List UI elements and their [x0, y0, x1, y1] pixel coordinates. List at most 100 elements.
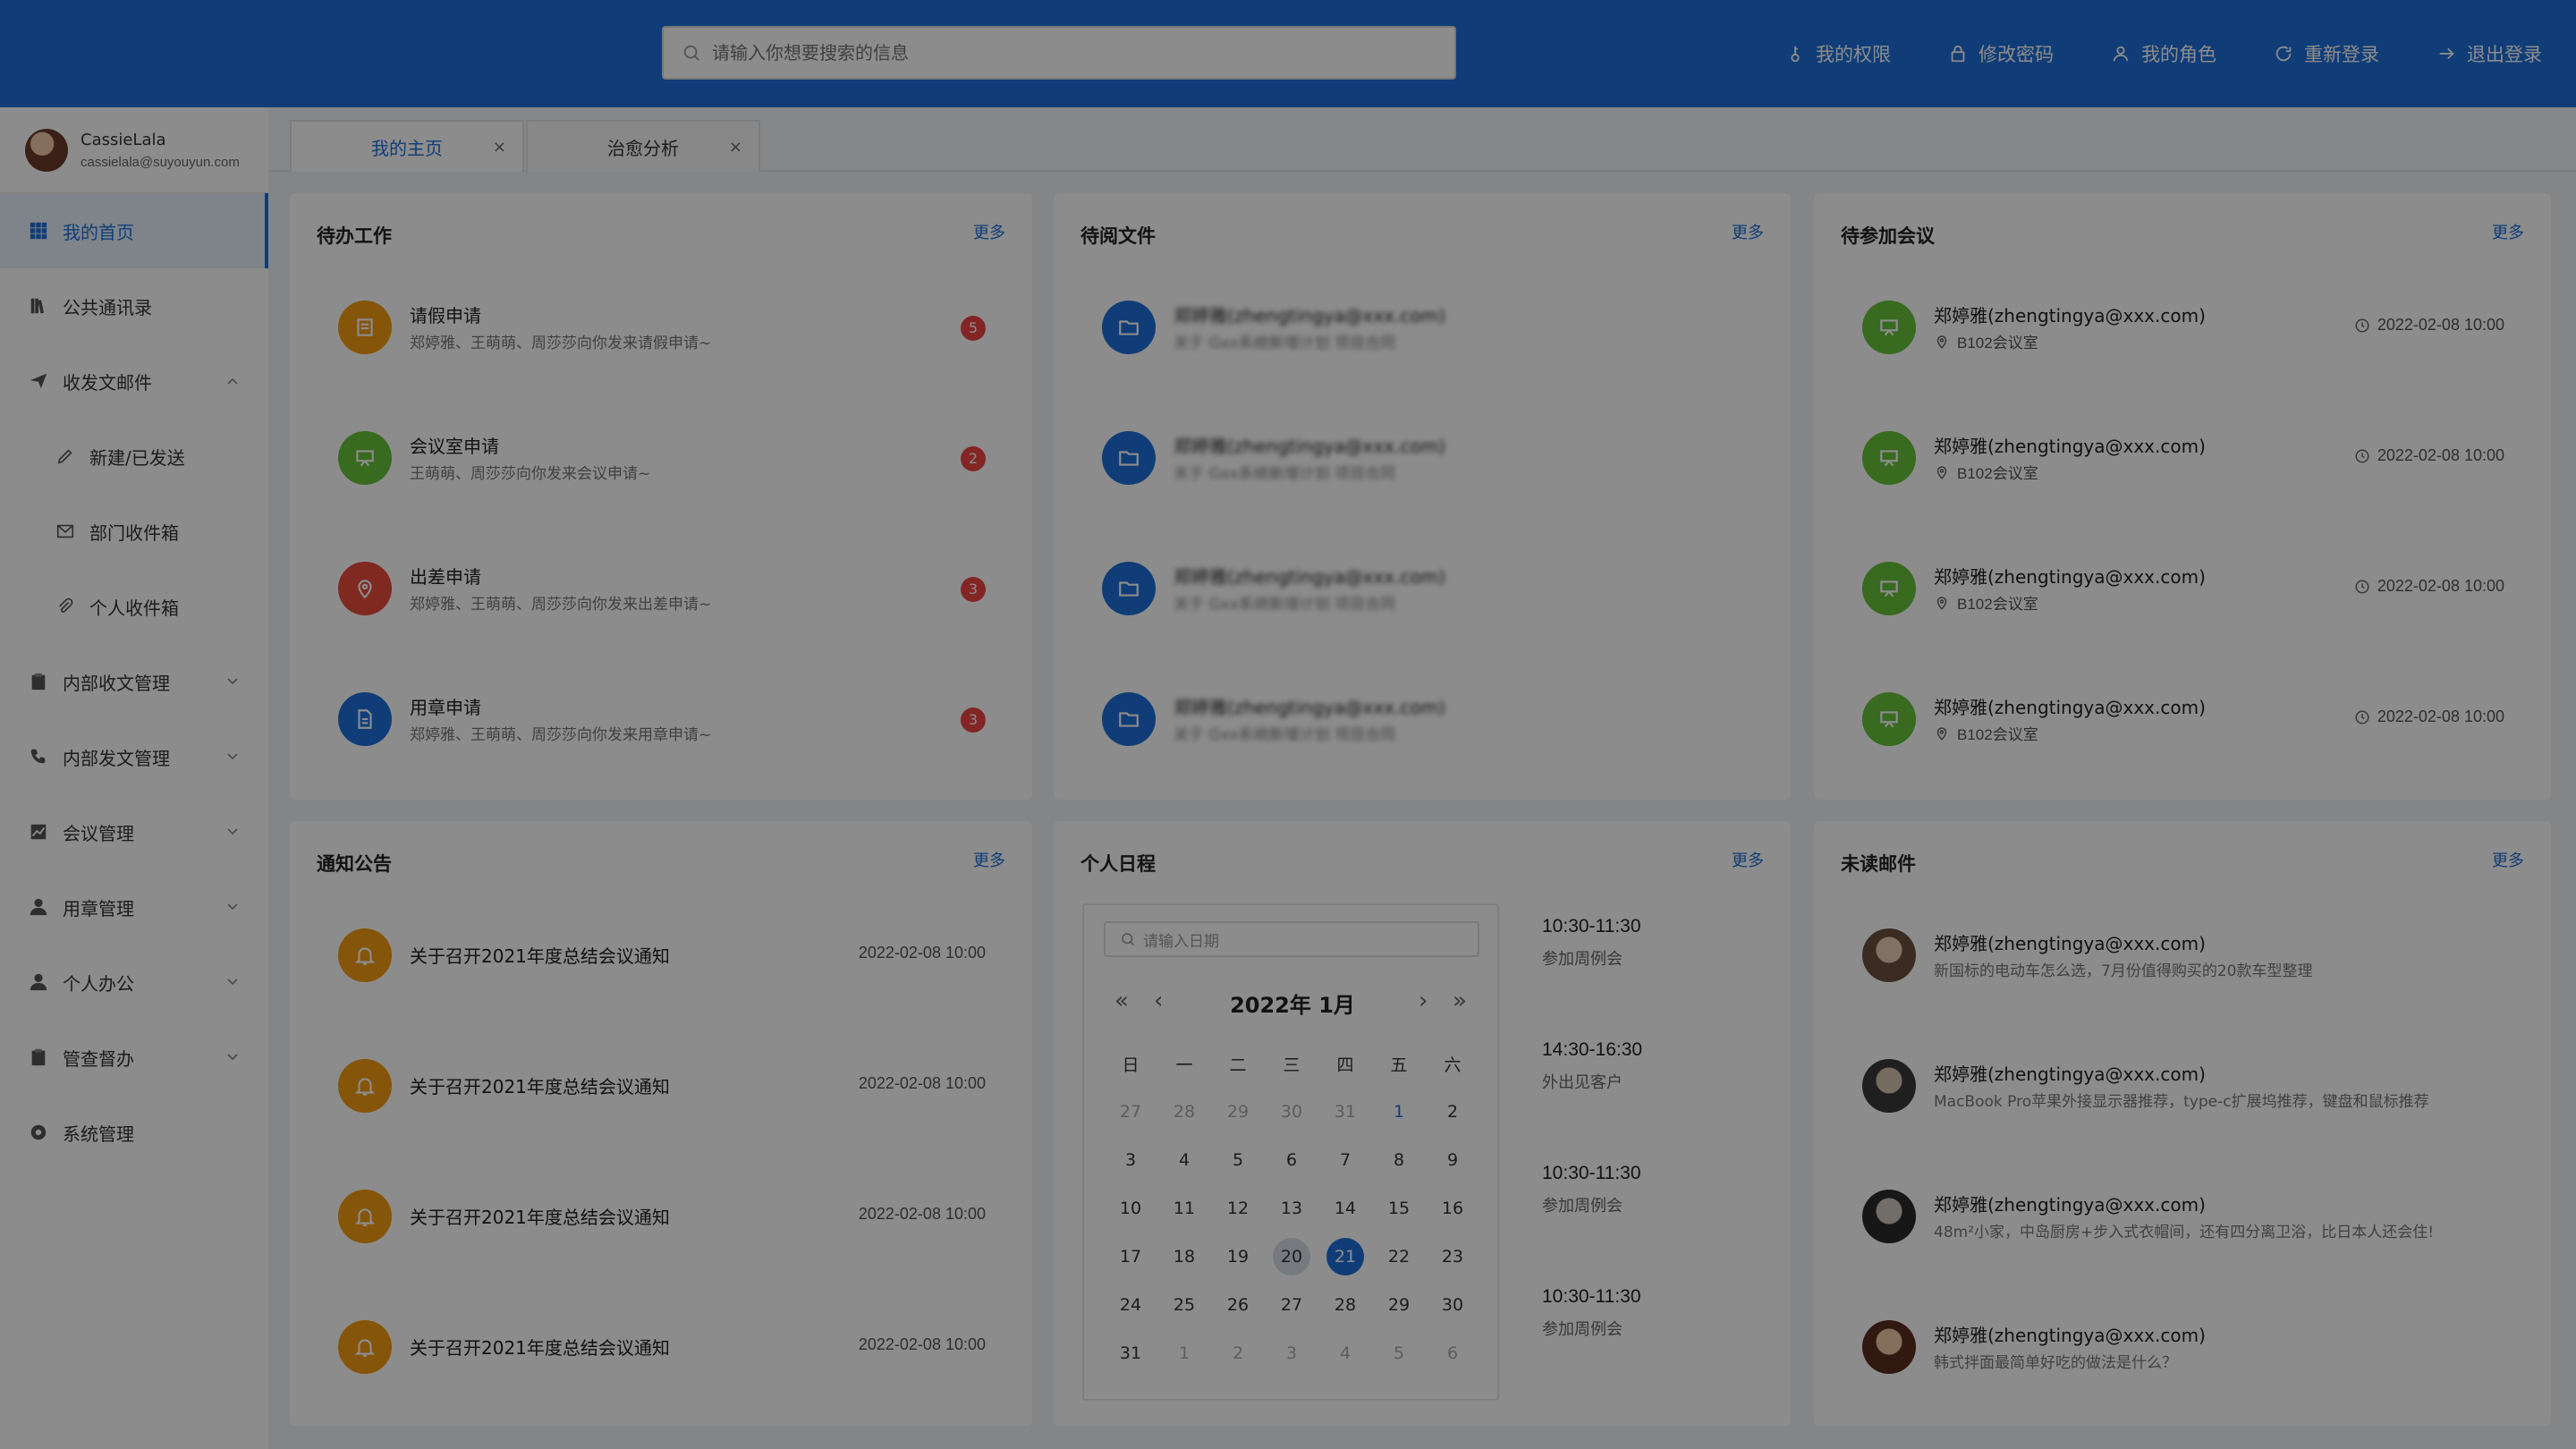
sidebar-item-home[interactable]: 我的首页	[0, 193, 268, 268]
list-item[interactable]: 会议室申请 王萌萌、周莎莎向你发来会议申请~ 2	[338, 427, 1005, 489]
calendar-day[interactable]: 14	[1318, 1184, 1372, 1233]
chevron-down-icon[interactable]	[225, 750, 240, 764]
sidebar-item-supervision[interactable]: 管查督办	[0, 1020, 268, 1095]
global-search[interactable]	[662, 26, 1456, 80]
search-input[interactable]	[712, 42, 1428, 64]
sidebar-item-personal-office[interactable]: 个人办公	[0, 945, 268, 1020]
list-item[interactable]: 郑婷雅(zhengtingya@xxx.com) B102会议室 2022-02…	[1862, 557, 2524, 620]
chevron-down-icon[interactable]	[225, 975, 240, 989]
calendar-day[interactable]: 17	[1104, 1233, 1157, 1281]
list-item[interactable]: 郑婷雅(zhengtingya@xxx.com) 关于 Gxx系统新增计划 项目…	[1102, 427, 1764, 489]
calendar-day[interactable]: 2	[1211, 1329, 1265, 1377]
calendar-day[interactable]: 5	[1372, 1329, 1426, 1377]
sidebar-item-internal-receive[interactable]: 内部收文管理	[0, 644, 268, 719]
list-item[interactable]: 关于召开2021年度总结会议通知 2022-02-08 10:00	[338, 1185, 1005, 1248]
chevron-up-icon[interactable]	[225, 374, 240, 388]
list-item[interactable]: 郑婷雅(zhengtingya@xxx.com) B102会议室 2022-02…	[1862, 688, 2524, 750]
calendar-day[interactable]: 6	[1426, 1329, 1479, 1377]
change-password-button[interactable]: 修改密码	[1948, 40, 2054, 67]
user-profile[interactable]: CassieLala cassielala@suyouyun.com	[0, 107, 268, 193]
calendar-day[interactable]: 28	[1318, 1281, 1372, 1329]
schedule-event[interactable]: 10:30-11:30 参加周例会	[1542, 1163, 1641, 1216]
calendar-day[interactable]: 31	[1104, 1329, 1157, 1377]
sidebar-item-new-sent[interactable]: 新建/已发送	[0, 419, 268, 494]
more-link[interactable]: 更多	[1732, 848, 1764, 871]
sidebar-item-meetings[interactable]: 会议管理	[0, 794, 268, 869]
more-link[interactable]: 更多	[973, 848, 1005, 871]
calendar-day[interactable]: 16	[1426, 1184, 1479, 1233]
close-icon[interactable]: ×	[729, 138, 742, 157]
close-icon[interactable]: ×	[493, 138, 506, 157]
calendar-day[interactable]: 27	[1104, 1088, 1157, 1136]
calendar-day[interactable]: 30	[1265, 1088, 1318, 1136]
calendar-day[interactable]: 29	[1211, 1088, 1265, 1136]
calendar-day[interactable]: 12	[1211, 1184, 1265, 1233]
chevron-down-icon[interactable]	[225, 900, 240, 914]
list-item[interactable]: 郑婷雅(zhengtingya@xxx.com) 48m²小家，中岛厨房+步入式…	[1862, 1185, 2524, 1248]
next-year-icon[interactable]: »	[1453, 987, 1467, 1014]
calendar-day[interactable]: 25	[1157, 1281, 1211, 1329]
calendar-day[interactable]: 1	[1157, 1329, 1211, 1377]
list-item[interactable]: 郑婷雅(zhengtingya@xxx.com) 新国标的电动车怎么选，7月份值…	[1862, 924, 2524, 987]
calendar-day[interactable]: 19	[1211, 1233, 1265, 1281]
list-item[interactable]: 关于召开2021年度总结会议通知 2022-02-08 10:00	[338, 924, 1005, 987]
relogin-button[interactable]: 重新登录	[2274, 40, 2379, 67]
sidebar-item-contacts[interactable]: 公共通讯录	[0, 268, 268, 343]
tab-analysis[interactable]: 治愈分析 ×	[526, 120, 760, 172]
calendar-day[interactable]: 27	[1265, 1281, 1318, 1329]
calendar-day[interactable]: 23	[1426, 1233, 1479, 1281]
logout-button[interactable]: 退出登录	[2436, 40, 2542, 67]
list-item[interactable]: 郑婷雅(zhengtingya@xxx.com) 关于 Gxx系统新增计划 项目…	[1102, 557, 1764, 620]
list-item[interactable]: 郑婷雅(zhengtingya@xxx.com) B102会议室 2022-02…	[1862, 296, 2524, 359]
schedule-event[interactable]: 14:30-16:30 外出见客户	[1542, 1039, 1642, 1093]
calendar-day[interactable]: 4	[1157, 1136, 1211, 1184]
more-link[interactable]: 更多	[1732, 220, 1764, 243]
chevron-down-icon[interactable]	[225, 825, 240, 839]
calendar-day[interactable]: 2	[1426, 1088, 1479, 1136]
prev-month-icon[interactable]: ‹	[1154, 987, 1163, 1014]
my-role-button[interactable]: 我的角色	[2111, 40, 2216, 67]
calendar-day[interactable]: 28	[1157, 1088, 1211, 1136]
calendar-day[interactable]: 11	[1157, 1184, 1211, 1233]
sidebar-item-internal-send[interactable]: 内部发文管理	[0, 719, 268, 794]
sidebar-item-system[interactable]: 系统管理	[0, 1095, 268, 1170]
calendar-day[interactable]: 15	[1372, 1184, 1426, 1233]
calendar-day[interactable]: 22	[1372, 1233, 1426, 1281]
calendar-day[interactable]: 4	[1318, 1329, 1372, 1377]
sidebar-item-dept-inbox[interactable]: 部门收件箱	[0, 494, 268, 569]
list-item[interactable]: 用章申请 郑婷雅、王萌萌、周莎莎向你发来用章申请~ 3	[338, 688, 1005, 750]
more-link[interactable]: 更多	[2492, 220, 2524, 243]
calendar-day[interactable]: 7	[1318, 1136, 1372, 1184]
calendar-day[interactable]: 6	[1265, 1136, 1318, 1184]
calendar-day[interactable]: 20	[1265, 1233, 1318, 1281]
calendar-day[interactable]: 31	[1318, 1088, 1372, 1136]
more-link[interactable]: 更多	[2492, 848, 2524, 871]
sidebar-item-mail[interactable]: 收发文邮件	[0, 343, 268, 419]
calendar-day[interactable]: 10	[1104, 1184, 1157, 1233]
list-item[interactable]: 郑婷雅(zhengtingya@xxx.com) 关于 Gxx系统新增计划 项目…	[1102, 688, 1764, 750]
tab-home[interactable]: 我的主页 ×	[290, 120, 524, 172]
calendar-day[interactable]: 3	[1104, 1136, 1157, 1184]
schedule-event[interactable]: 10:30-11:30 参加周例会	[1542, 1286, 1641, 1340]
calendar-day[interactable]: 18	[1157, 1233, 1211, 1281]
sidebar-item-seals[interactable]: 用章管理	[0, 869, 268, 945]
list-item[interactable]: 郑婷雅(zhengtingya@xxx.com) 关于 Gxx系统新增计划 项目…	[1102, 296, 1764, 359]
calendar-day[interactable]: 24	[1104, 1281, 1157, 1329]
calendar-day[interactable]: 21	[1318, 1233, 1372, 1281]
list-item[interactable]: 郑婷雅(zhengtingya@xxx.com) B102会议室 2022-02…	[1862, 427, 2524, 489]
list-item[interactable]: 关于召开2021年度总结会议通知 2022-02-08 10:00	[338, 1055, 1005, 1117]
date-search-field[interactable]: 请输入日期	[1104, 921, 1479, 957]
calendar-day[interactable]: 30	[1426, 1281, 1479, 1329]
calendar-day[interactable]: 13	[1265, 1184, 1318, 1233]
list-item[interactable]: 郑婷雅(zhengtingya@xxx.com) 韩式拌面最简单好吃的做法是什么…	[1862, 1316, 2524, 1378]
list-item[interactable]: 出差申请 郑婷雅、王萌萌、周莎莎向你发来出差申请~ 3	[338, 557, 1005, 620]
calendar-day[interactable]: 8	[1372, 1136, 1426, 1184]
calendar-day[interactable]: 5	[1211, 1136, 1265, 1184]
list-item[interactable]: 郑婷雅(zhengtingya@xxx.com) MacBook Pro苹果外接…	[1862, 1055, 2524, 1117]
list-item[interactable]: 请假申请 郑婷雅、王萌萌、周莎莎向你发来请假申请~ 5	[338, 296, 1005, 359]
list-item[interactable]: 关于召开2021年度总结会议通知 2022-02-08 10:00	[338, 1316, 1005, 1378]
more-link[interactable]: 更多	[973, 220, 1005, 243]
calendar-day[interactable]: 29	[1372, 1281, 1426, 1329]
schedule-event[interactable]: 10:30-11:30 参加周例会	[1542, 916, 1641, 970]
calendar-day[interactable]: 1	[1372, 1088, 1426, 1136]
